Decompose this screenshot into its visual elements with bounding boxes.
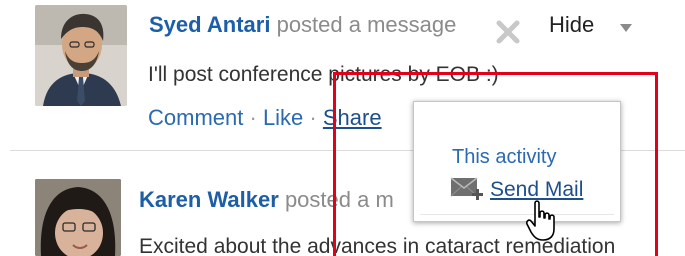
close-icon[interactable] (494, 18, 522, 46)
popup-title: This activity (452, 146, 557, 168)
author-link[interactable]: Karen Walker (139, 187, 279, 212)
post-message: I'll post conference pictures by EOB :) (148, 63, 499, 86)
hide-button[interactable]: Hide (549, 12, 594, 38)
comment-link[interactable]: Comment (148, 105, 243, 130)
avatar-photo (35, 179, 121, 256)
post-header: Karen Walker posted a m (139, 187, 394, 213)
post-actions: Comment · Like · Share (148, 105, 382, 131)
avatar[interactable] (35, 5, 127, 106)
post-header: Syed Antari posted a message (149, 12, 456, 38)
popup-divider (420, 214, 614, 215)
author-link[interactable]: Syed Antari (149, 12, 270, 37)
avatar-photo (35, 5, 127, 106)
mail-add-icon[interactable] (450, 175, 486, 203)
avatar[interactable] (35, 179, 121, 256)
separator: · (309, 105, 317, 130)
separator: · (249, 105, 257, 130)
chevron-down-icon[interactable] (620, 24, 632, 32)
share-link[interactable]: Share (323, 105, 382, 130)
share-popup: This activity Send Mail (413, 101, 621, 222)
activity-stream: Syed Antari posted a message Hide I'll p… (0, 0, 685, 256)
post-action-text: posted a m (284, 187, 394, 212)
like-link[interactable]: Like (263, 105, 303, 130)
hand-pointer-cursor-icon (526, 200, 555, 241)
post-action-text: posted a message (276, 12, 457, 37)
